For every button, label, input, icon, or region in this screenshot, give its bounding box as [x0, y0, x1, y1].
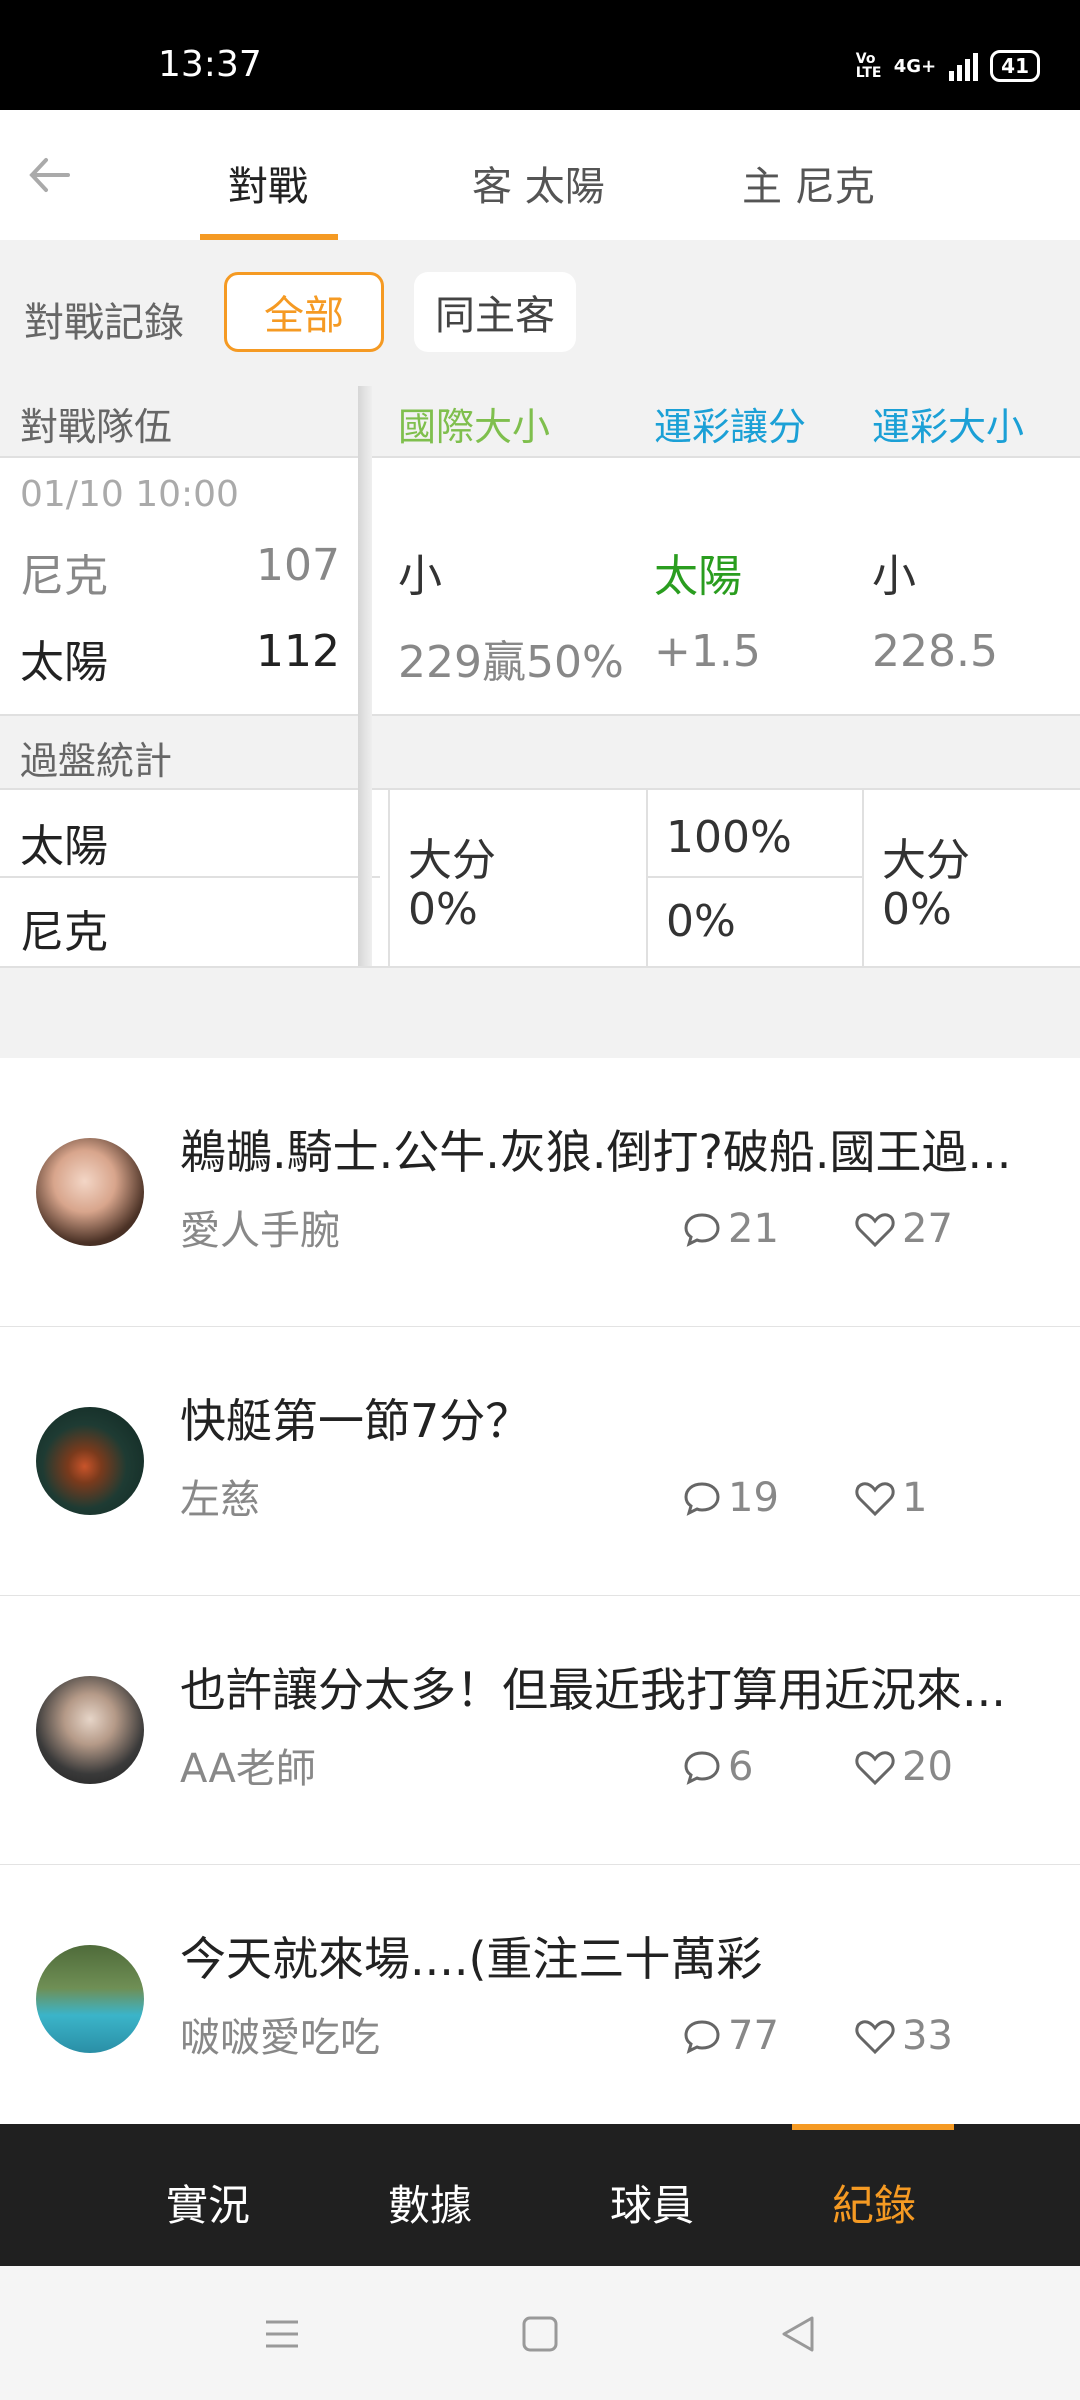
stats-spread-top: 100%	[666, 812, 792, 863]
header: 對戰 客 太陽 主 尼克	[0, 110, 1080, 243]
intl-total-result: 小	[398, 551, 442, 602]
col-intl-total: 國際大小	[398, 405, 551, 449]
team-name: 太陽	[20, 637, 108, 688]
post-author: 啵啵愛吃吃	[180, 2015, 380, 2061]
comment-count-value: 19	[728, 1475, 779, 1521]
team-name: 尼克	[20, 551, 108, 602]
like-count-value: 33	[902, 2013, 953, 2059]
spread-team: 太陽	[654, 551, 742, 602]
bottom-tab-records[interactable]: 紀錄	[832, 2172, 916, 2233]
comment-count-value: 21	[728, 1206, 779, 1252]
stats-total-value: 0%	[882, 884, 952, 935]
tab-matchup[interactable]: 對戰	[228, 154, 308, 212]
divider	[0, 876, 380, 878]
divider	[648, 876, 862, 878]
post-author: 愛人手腕	[180, 1208, 340, 1254]
stats-total-label: 大分	[882, 835, 970, 886]
comment-count-value: 6	[728, 1744, 754, 1790]
like-count[interactable]: 27	[854, 1206, 953, 1252]
tab-home-team[interactable]: 主 尼克	[742, 154, 875, 212]
filter-label: 對戰記錄	[24, 300, 184, 346]
frozen-column-shadow	[358, 386, 372, 966]
match-datetime: 01/10 10:00	[20, 474, 239, 515]
comment-icon	[684, 2020, 720, 2054]
team-score: 112	[256, 626, 340, 677]
status-bar: 13:37 Vo LTE 4G+ 41	[0, 0, 1080, 110]
avatar	[36, 1138, 144, 1246]
intl-total-line: 229贏50%	[398, 637, 624, 688]
battery-icon: 41	[990, 50, 1040, 82]
post-title: 今天就來場....(重注三十萬彩	[180, 1932, 763, 1986]
lottery-total-result: 小	[872, 551, 916, 602]
comment-count[interactable]: 77	[682, 2013, 779, 2059]
like-count-value: 27	[902, 1206, 953, 1252]
post-item[interactable]: 快艇第一節7分？ 左慈 19 1	[0, 1327, 1080, 1597]
stats-intl-label: 大分	[408, 835, 496, 886]
comment-icon	[684, 1213, 720, 1247]
avatar	[36, 1407, 144, 1515]
back-triangle-icon[interactable]	[778, 2314, 818, 2354]
divider	[862, 788, 864, 966]
status-icons: Vo LTE 4G+ 41	[856, 46, 1040, 86]
comment-count-value: 77	[728, 2013, 779, 2059]
divider	[388, 788, 390, 966]
bottom-tab-bar: 實況 數據 球員 紀錄	[0, 2124, 1080, 2266]
network-indicator: 4G+	[893, 55, 937, 77]
signal-icon	[949, 53, 979, 81]
like-count[interactable]: 33	[854, 2013, 953, 2059]
tab-away-team[interactable]: 客 太陽	[472, 154, 605, 212]
like-count[interactable]: 20	[854, 1744, 953, 1790]
like-count[interactable]: 1	[854, 1475, 927, 1521]
comment-icon	[684, 1482, 720, 1516]
post-item[interactable]: 今天就來場....(重注三十萬彩 啵啵愛吃吃 77 33	[0, 1865, 1080, 2124]
col-team: 對戰隊伍	[20, 405, 173, 449]
post-title: 也許讓分太多！但最近我打算用近況來...	[180, 1663, 1006, 1717]
volte-indicator: Vo LTE	[855, 51, 882, 81]
post-author: AA老師	[180, 1746, 316, 1792]
comment-icon	[684, 1751, 720, 1785]
lottery-total-line: 228.5	[872, 626, 998, 677]
col-spread: 運彩讓分	[654, 405, 807, 449]
team-score: 107	[256, 540, 340, 591]
col-lottery-total: 運彩大小	[872, 405, 1025, 449]
avatar	[36, 1945, 144, 2053]
filter-all-button[interactable]: 全部	[224, 272, 384, 352]
stats-team: 尼克	[20, 907, 108, 958]
post-author: 左慈	[180, 1477, 260, 1523]
post-item[interactable]: 也許讓分太多！但最近我打算用近況來... AA老師 6 20	[0, 1596, 1080, 1866]
bottom-tab-live[interactable]: 實況	[166, 2172, 250, 2233]
menu-icon[interactable]	[262, 2314, 302, 2354]
post-item[interactable]: 鵜鶘.騎士.公牛.灰狼.倒打?破船.國王過... 愛人手腕 21 27	[0, 1058, 1080, 1328]
stats-spread-bottom: 0%	[666, 896, 736, 947]
spread-line: +1.5	[654, 626, 761, 677]
stats-label: 過盤統計	[20, 739, 173, 783]
heart-icon	[855, 1213, 895, 1248]
like-count-value: 20	[902, 1744, 953, 1790]
heart-icon	[855, 1751, 895, 1786]
arrow-left-icon	[29, 158, 70, 192]
heart-icon	[855, 2020, 895, 2055]
records-filter: 對戰記錄 全部 同主客	[0, 240, 1080, 372]
post-title: 快艇第一節7分？	[180, 1394, 532, 1448]
back-button[interactable]	[24, 150, 74, 200]
table-header: 對戰隊伍 國際大小 運彩讓分 運彩大小	[0, 372, 1080, 458]
stats-header: 過盤統計	[0, 714, 1080, 790]
status-time: 13:37	[158, 44, 262, 85]
comment-count[interactable]: 21	[682, 1206, 779, 1252]
section-gap	[0, 968, 1080, 1058]
comment-count[interactable]: 19	[682, 1475, 779, 1521]
system-nav-bar	[0, 2266, 1080, 2400]
like-count-value: 1	[902, 1475, 928, 1521]
bottom-tab-stats[interactable]: 數據	[388, 2172, 472, 2233]
stats-intl-value: 0%	[408, 884, 478, 935]
post-title: 鵜鶘.騎士.公牛.灰狼.倒打?破船.國王過...	[180, 1125, 1012, 1179]
stats-team: 太陽	[20, 821, 108, 872]
filter-same-venue-button[interactable]: 同主客	[414, 272, 576, 352]
comment-count[interactable]: 6	[682, 1744, 753, 1790]
home-icon[interactable]	[520, 2314, 560, 2354]
bottom-tab-indicator	[792, 2124, 954, 2130]
bottom-tab-players[interactable]: 球員	[610, 2172, 694, 2233]
heart-icon	[855, 1482, 895, 1517]
avatar	[36, 1676, 144, 1784]
